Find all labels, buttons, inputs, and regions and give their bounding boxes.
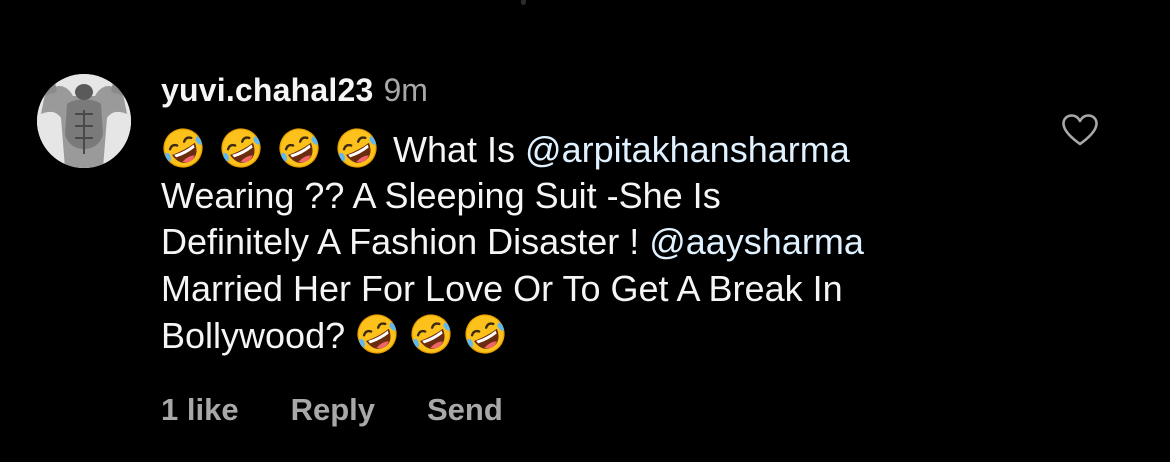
laughing-emoji-icon [277, 126, 321, 170]
laughing-emoji-icon [409, 312, 453, 356]
laughing-emoji-icon [161, 126, 205, 170]
laughing-emoji-icon [355, 312, 399, 356]
mention-link[interactable]: @arpitakhansharma [525, 129, 850, 170]
comment-screen: yuvi.chahal23 9m What Is @arpitakhanshar… [0, 0, 1170, 462]
laughing-emoji-icon [219, 126, 263, 170]
comment-header: yuvi.chahal23 9m [161, 72, 1031, 114]
comment-block: yuvi.chahal23 9m What Is @arpitakhanshar… [161, 72, 1031, 359]
heart-outline-icon[interactable] [1061, 113, 1099, 147]
comment-line-1-text: What Is [393, 129, 526, 170]
avatar[interactable] [37, 74, 131, 168]
send-button[interactable]: Send [427, 392, 503, 428]
top-edge-indicator [521, 0, 526, 5]
comment-line-5-text: Bollywood? [161, 315, 356, 356]
comment-line-1: What Is @arpitakhansharma [161, 126, 1031, 173]
reply-button[interactable]: Reply [291, 392, 375, 428]
mention-link[interactable]: @aaysharma [649, 221, 864, 262]
laughing-emoji-icon [335, 126, 379, 170]
avatar-image [37, 74, 131, 168]
comment-line-3: Definitely A Fashion Disaster ! @aayshar… [161, 219, 1031, 266]
likes-count-button[interactable]: 1 like [161, 392, 239, 428]
laughing-emoji-icon [463, 312, 507, 356]
comment-username[interactable]: yuvi.chahal23 [161, 72, 374, 109]
comment-line-5: Bollywood? [161, 312, 1031, 359]
comment-line-2: Wearing ?? A Sleeping Suit -She Is [161, 174, 721, 216]
comment-line-4: Married Her For Love Or To Get A Break I… [161, 267, 843, 309]
comment-text: What Is @arpitakhansharma Wearing ?? A S… [161, 126, 1031, 359]
comment-line-3-text: Definitely A Fashion Disaster ! [161, 221, 650, 262]
comment-actions: 1 like Reply Send [161, 392, 503, 428]
comment-timestamp: 9m [383, 72, 428, 108]
